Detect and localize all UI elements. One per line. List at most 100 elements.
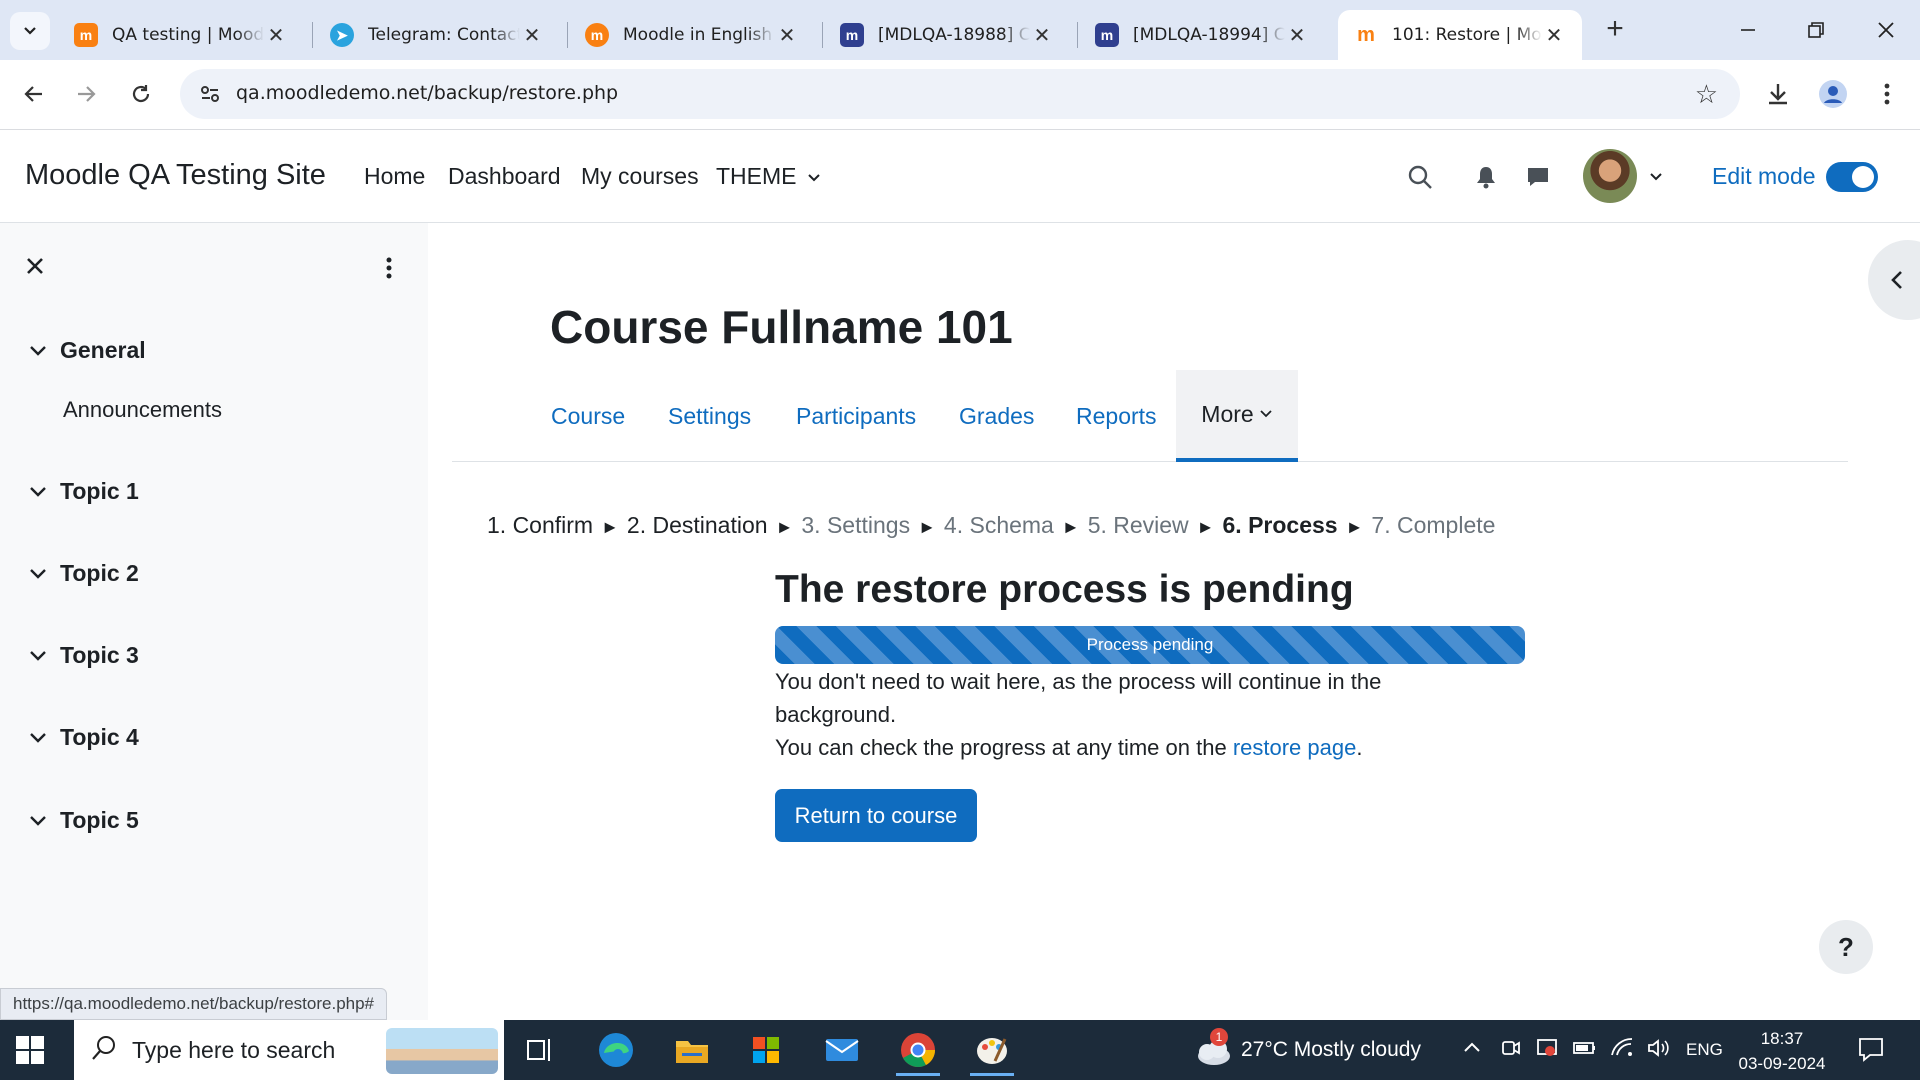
close-window-button[interactable] bbox=[1856, 10, 1916, 50]
browser-tab[interactable]: m QA testing | Moodle ✕ bbox=[58, 10, 304, 60]
nav-link-my-courses[interactable]: My courses bbox=[581, 163, 699, 190]
tab-grades[interactable]: Grades bbox=[959, 370, 1034, 462]
taskbar-microsoft-store[interactable] bbox=[742, 1026, 790, 1074]
edit-mode-toggle[interactable] bbox=[1826, 162, 1878, 192]
messages-button[interactable] bbox=[1518, 157, 1558, 197]
course-index-drawer: General Announcements Topic 1 Topic 2 To… bbox=[0, 223, 428, 1020]
taskbar-mail[interactable] bbox=[818, 1026, 866, 1074]
close-icon[interactable]: ✕ bbox=[1542, 23, 1566, 47]
new-tab-button[interactable]: + bbox=[1598, 14, 1632, 48]
open-block-drawer-button[interactable] bbox=[1868, 240, 1920, 320]
taskbar-edge[interactable] bbox=[592, 1026, 640, 1074]
site-info-icon[interactable] bbox=[194, 78, 226, 110]
tab-course[interactable]: Course bbox=[551, 370, 625, 462]
paint-palette-icon bbox=[977, 1038, 1007, 1064]
close-icon[interactable]: ✕ bbox=[520, 23, 544, 47]
tab-divider bbox=[567, 22, 568, 48]
profile-button[interactable] bbox=[1813, 74, 1853, 114]
moodle-navbar: Moodle QA Testing Site Home Dashboard My… bbox=[0, 131, 1920, 223]
close-icon[interactable]: ✕ bbox=[1285, 23, 1309, 47]
chevron-down-icon[interactable] bbox=[26, 731, 50, 745]
chevron-left-icon bbox=[1891, 271, 1902, 289]
taskbar-clock[interactable]: 18:37 03-09-2024 bbox=[1734, 1026, 1830, 1076]
downloads-button[interactable] bbox=[1758, 74, 1798, 114]
step-arrow: ► bbox=[918, 517, 936, 537]
browser-toolbar: qa.moodledemo.net/backup/restore.php ☆ bbox=[0, 60, 1920, 130]
chevron-down-icon[interactable] bbox=[26, 344, 50, 358]
volume-icon[interactable] bbox=[1646, 1037, 1670, 1065]
chevron-down-icon[interactable] bbox=[26, 649, 50, 663]
section-topic-3[interactable]: Topic 3 bbox=[26, 642, 139, 669]
section-general[interactable]: General bbox=[26, 337, 146, 364]
browser-tab-active[interactable]: m 101: Restore | Moo ✕ bbox=[1338, 10, 1582, 60]
tab-title: [MDLQA-18988] C bbox=[878, 25, 1030, 45]
restore-window-button[interactable] bbox=[1786, 10, 1846, 50]
site-name[interactable]: Moodle QA Testing Site bbox=[25, 159, 326, 192]
minimize-button[interactable] bbox=[1718, 10, 1778, 50]
tray-overflow-chevron-icon[interactable] bbox=[1462, 1037, 1482, 1060]
nav-link-dashboard[interactable]: Dashboard bbox=[448, 163, 561, 190]
browser-menu-button[interactable] bbox=[1867, 74, 1907, 114]
jira-icon: m bbox=[840, 23, 864, 47]
taskbar-file-explorer[interactable] bbox=[668, 1026, 716, 1074]
notification-center-icon[interactable] bbox=[1858, 1036, 1884, 1068]
windows-start-icon[interactable] bbox=[16, 1036, 44, 1064]
section-topic-2[interactable]: Topic 2 bbox=[26, 560, 139, 587]
step-schema: 4. Schema bbox=[943, 512, 1054, 538]
back-button[interactable] bbox=[14, 74, 54, 114]
help-button[interactable]: ? bbox=[1819, 920, 1873, 974]
jira-icon: m bbox=[1095, 23, 1119, 47]
tab-participants[interactable]: Participants bbox=[796, 370, 916, 462]
section-topic-1[interactable]: Topic 1 bbox=[26, 478, 139, 505]
course-index-options-button[interactable] bbox=[374, 253, 404, 283]
close-drawer-button[interactable] bbox=[26, 251, 44, 282]
weather-text[interactable]: 27°C Mostly cloudy bbox=[1241, 1038, 1421, 1062]
nav-link-home[interactable]: Home bbox=[364, 163, 425, 190]
battery-icon[interactable] bbox=[1572, 1037, 1598, 1065]
chevron-down-icon[interactable] bbox=[26, 485, 50, 499]
browser-tab[interactable]: ➤ Telegram: Contact ✕ bbox=[314, 10, 560, 60]
return-to-course-button[interactable]: Return to course bbox=[775, 789, 977, 842]
taskbar-search-box[interactable]: Type here to search bbox=[74, 1020, 504, 1080]
moodle-icon: m bbox=[74, 23, 98, 47]
tab-search-button[interactable] bbox=[10, 12, 50, 50]
address-url[interactable]: qa.moodledemo.net/backup/restore.php bbox=[236, 82, 618, 104]
chevron-down-icon[interactable] bbox=[26, 814, 50, 828]
chevron-down-icon[interactable] bbox=[26, 567, 50, 581]
tab-settings[interactable]: Settings bbox=[668, 370, 751, 462]
notifications-button[interactable] bbox=[1466, 157, 1506, 197]
close-icon[interactable]: ✕ bbox=[775, 23, 799, 47]
taskbar-paint[interactable] bbox=[968, 1026, 1016, 1076]
task-view-button[interactable] bbox=[516, 1026, 564, 1074]
browser-tab[interactable]: m [MDLQA-18988] C ✕ bbox=[824, 10, 1070, 60]
nav-link-theme[interactable]: THEME bbox=[716, 163, 821, 190]
taskbar-chrome[interactable] bbox=[894, 1026, 942, 1076]
restore-page-link[interactable]: restore page bbox=[1233, 735, 1357, 760]
section-topic-4[interactable]: Topic 4 bbox=[26, 724, 139, 751]
secondary-navigation: Course Settings Participants Grades Repo… bbox=[452, 370, 1848, 462]
section-topic-5[interactable]: Topic 5 bbox=[26, 807, 139, 834]
browser-tab[interactable]: m [MDLQA-18994] C ✕ bbox=[1079, 10, 1325, 60]
course-index-item-announcements[interactable]: Announcements bbox=[63, 397, 222, 423]
tab-reports[interactable]: Reports bbox=[1076, 370, 1157, 462]
link-preview-status: https://qa.moodledemo.net/backup/restore… bbox=[0, 988, 388, 1020]
close-icon[interactable]: ✕ bbox=[264, 23, 288, 47]
search-button[interactable] bbox=[1400, 157, 1440, 197]
address-bar[interactable]: qa.moodledemo.net/backup/restore.php ☆ bbox=[180, 69, 1740, 119]
wifi-icon[interactable] bbox=[1610, 1037, 1634, 1065]
input-language-indicator[interactable]: ENG bbox=[1686, 1040, 1723, 1060]
tab-more-label: More bbox=[1201, 400, 1254, 427]
avatar[interactable] bbox=[1583, 149, 1637, 203]
bookmark-star-icon[interactable]: ☆ bbox=[1695, 79, 1718, 110]
forward-button[interactable] bbox=[66, 74, 106, 114]
close-icon[interactable]: ✕ bbox=[1030, 23, 1054, 47]
meet-now-icon[interactable] bbox=[1500, 1037, 1522, 1065]
chevron-down-icon bbox=[24, 27, 36, 35]
tab-more[interactable]: More bbox=[1176, 370, 1298, 462]
reload-button[interactable] bbox=[121, 74, 161, 114]
progress-label: Process pending bbox=[1086, 635, 1214, 654]
message-suffix: . bbox=[1356, 735, 1363, 760]
security-status-icon[interactable] bbox=[1536, 1037, 1558, 1065]
user-menu-toggle[interactable] bbox=[1636, 157, 1676, 197]
browser-tab[interactable]: m Moodle in English ✕ bbox=[569, 10, 815, 60]
